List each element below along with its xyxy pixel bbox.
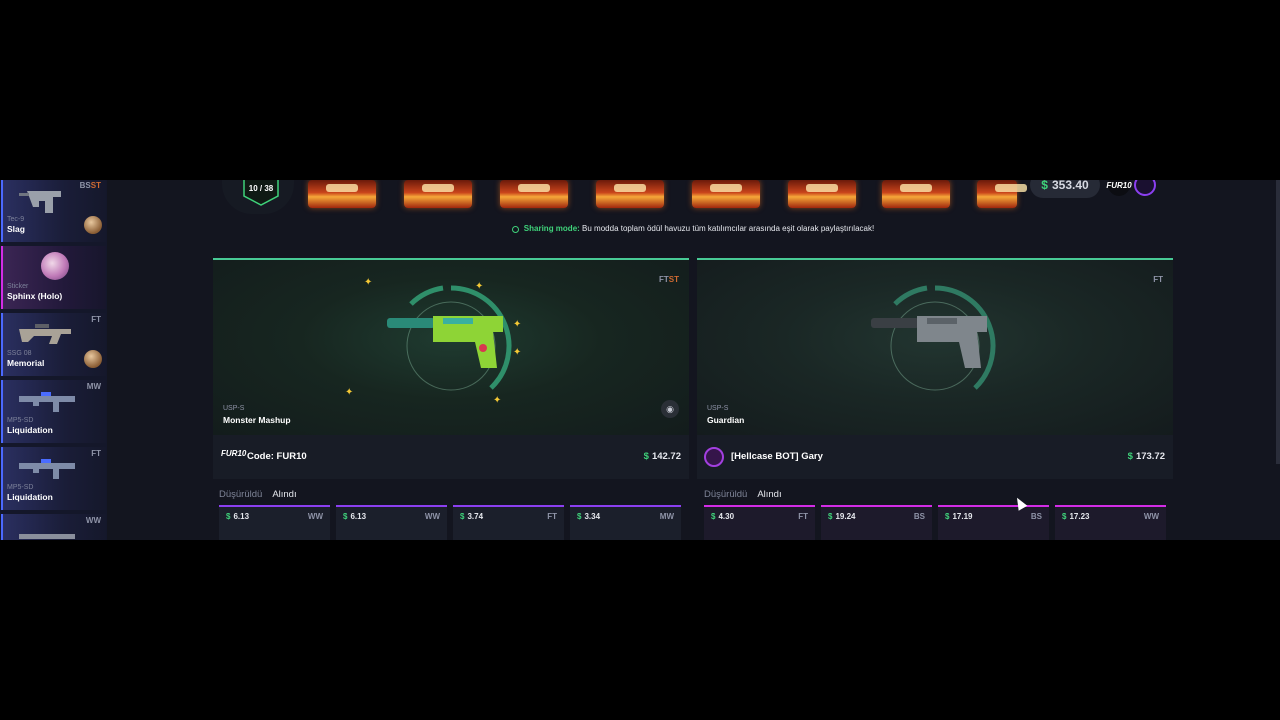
page-scrollbar[interactable]: [1276, 180, 1280, 464]
feed-item-name: Liquidation: [7, 492, 53, 502]
item-condition: FT: [1153, 275, 1163, 284]
player-2-tabs: Düşürüldü Alındı: [704, 489, 792, 500]
feed-item[interactable]: FT SSG 08 Memorial: [1, 313, 106, 376]
drop-card[interactable]: $17.23 WW: [1055, 505, 1166, 540]
usp-s-monster-mashup-image: [387, 316, 503, 368]
drop-card[interactable]: $6.13 WW: [219, 505, 330, 540]
drop-card[interactable]: $17.19 BS: [938, 505, 1049, 540]
case-icon: [596, 180, 664, 208]
item-condition: FTST: [658, 275, 679, 284]
case-icon: [500, 180, 568, 208]
player-name[interactable]: [Hellcase BOT] Gary: [731, 451, 823, 462]
feed-item-name: Liquidation: [7, 425, 53, 435]
feed-item[interactable]: Sticker Sphinx (Holo): [1, 246, 106, 309]
sparkle-icon: ✦: [513, 319, 522, 330]
feed-item-condition: MW: [86, 382, 101, 391]
case-icon: [84, 216, 102, 234]
sparkle-icon: ✦: [345, 387, 354, 398]
balance-display[interactable]: $353.40: [1030, 180, 1100, 198]
feed-item-condition: BSST: [79, 181, 101, 190]
sharing-mode-label: Sharing mode:: [523, 224, 580, 233]
case-icon: [308, 180, 376, 208]
item-name: Monster Mashup: [223, 415, 291, 425]
gun-icon: [19, 392, 75, 412]
player-logo: FUR10: [221, 449, 247, 458]
feed-item-name: Slag: [7, 224, 25, 234]
sharing-mode-notice: Sharing mode: Bu modda toplam ödül havuz…: [213, 224, 1173, 233]
case-icon: [404, 180, 472, 208]
item-name: Guardian: [707, 415, 745, 425]
feed-item[interactable]: BSST Tec-9 Slag: [1, 180, 106, 242]
feed-item-type: Tec-9: [7, 216, 25, 223]
case-icon: [84, 350, 102, 368]
tab-received[interactable]: Alındı: [272, 489, 296, 500]
gun-icon: [19, 324, 71, 344]
player-2-bar: [Hellcase BOT] Gary $173.72: [697, 435, 1173, 479]
case-icon: [882, 180, 950, 208]
currency-symbol: $: [1041, 180, 1048, 192]
sparkle-icon: ✦: [364, 277, 373, 288]
player-1-bar: FUR10 Code: FUR10 $142.72: [213, 435, 689, 479]
bot-avatar-icon: [704, 447, 724, 467]
tab-dropped[interactable]: Düşürüldü: [704, 489, 747, 500]
eye-icon[interactable]: ◉: [661, 400, 679, 418]
item-type: USP-S: [707, 405, 729, 412]
player-total: $173.72: [1127, 451, 1165, 462]
feed-item-type: MP5-SD: [7, 417, 34, 424]
feed-item[interactable]: MW MP5-SD Liquidation: [1, 380, 106, 443]
sparkle-icon: ✦: [475, 281, 484, 292]
usp-s-guardian-image: [871, 316, 987, 368]
sparkle-icon: ✦: [513, 347, 522, 358]
player-2-item-panel: FT USP-S Guardian: [697, 258, 1173, 435]
feed-item[interactable]: WW: [1, 514, 106, 540]
user-logo[interactable]: FUR10: [1106, 180, 1132, 196]
drop-card[interactable]: $3.74 FT: [453, 505, 564, 540]
sticker-icon: [41, 252, 69, 280]
feed-item-type: Sticker: [7, 283, 29, 290]
drop-card[interactable]: $4.30 FT: [704, 505, 815, 540]
player-name[interactable]: Code: FUR10: [247, 451, 307, 462]
gun-icon: [19, 534, 75, 539]
item-type: USP-S: [223, 405, 245, 412]
tab-received[interactable]: Alındı: [757, 489, 781, 500]
drop-card[interactable]: $6.13 WW: [336, 505, 447, 540]
balance-value: 353.40: [1051, 180, 1089, 192]
case-icon: [788, 180, 856, 208]
feed-item-condition: FT: [91, 449, 101, 458]
feed-item[interactable]: FT MP5-SD Liquidation: [1, 447, 106, 510]
gun-icon: [19, 459, 75, 479]
live-drops-feed: BSST Tec-9 Slag Sticker Sphinx (Holo) FT…: [0, 180, 107, 540]
feed-item-type: SSG 08: [7, 350, 32, 357]
drop-card[interactable]: $19.24 BS: [821, 505, 932, 540]
player-1-tabs: Düşürüldü Alındı: [219, 489, 307, 500]
round-progress-text: 10 / 38: [248, 184, 274, 193]
sharing-mode-text: Bu modda toplam ödül havuzu tüm katılımc…: [582, 224, 875, 233]
player-1-item-panel: FTST ✦ ✦ ✦ ✦ ✦ ✦ USP-S Monster Mashup ◉: [213, 258, 689, 435]
feed-item-condition: FT: [91, 315, 101, 324]
tab-dropped[interactable]: Düşürüldü: [219, 489, 262, 500]
case-icon: [977, 180, 1027, 208]
avatar[interactable]: [1134, 180, 1156, 196]
feed-item-name: Memorial: [7, 358, 45, 368]
sharing-mode-icon: [511, 226, 519, 233]
drop-card[interactable]: $3.34 MW: [570, 505, 681, 540]
battle-viewport: BSST Tec-9 Slag Sticker Sphinx (Holo) FT…: [0, 180, 1280, 540]
case-icon: [692, 180, 760, 208]
feed-item-condition: WW: [85, 516, 101, 525]
feed-item-name: Sphinx (Holo): [7, 291, 63, 301]
sparkle-icon: ✦: [493, 395, 502, 406]
player-total: $142.72: [643, 451, 681, 462]
gun-icon: [19, 191, 61, 213]
feed-item-type: MP5-SD: [7, 484, 34, 491]
